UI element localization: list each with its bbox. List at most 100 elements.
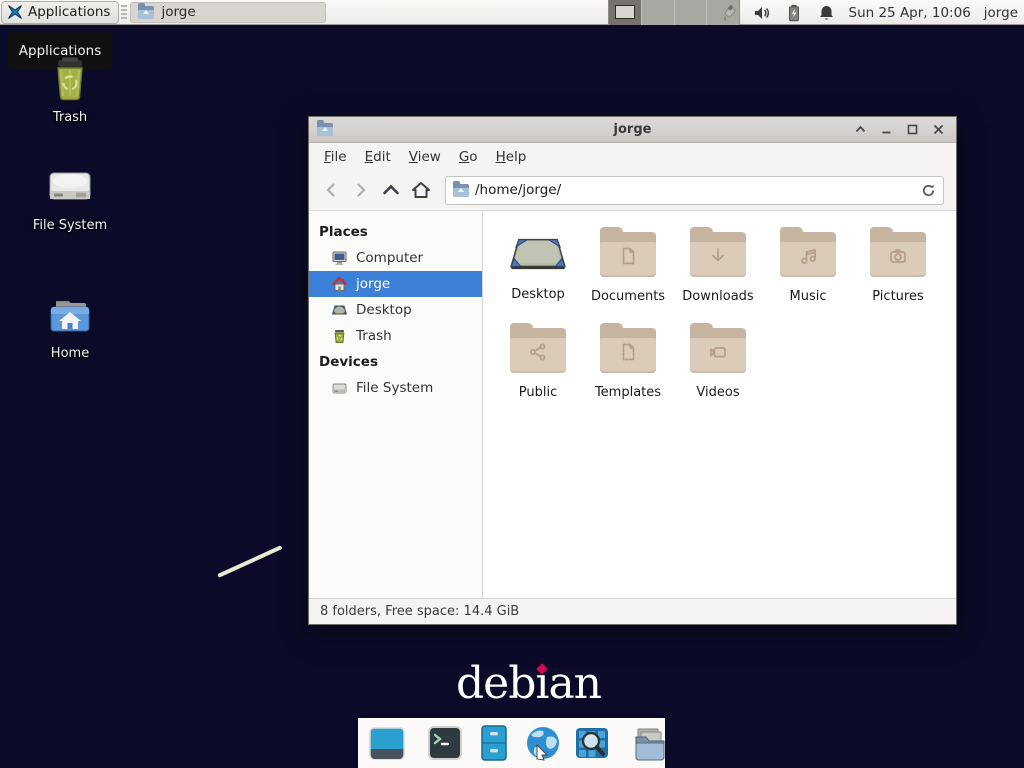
dock-panel [358, 718, 665, 768]
sidebar-item-label: Computer [356, 250, 423, 266]
pointer-line-artifact [217, 545, 282, 578]
menu-go[interactable]: Go [450, 145, 487, 169]
system-tray: Sun 25 Apr, 10:06 jorge [721, 0, 1019, 25]
user-actions-button[interactable]: jorge [984, 5, 1018, 21]
statusbar: 8 folders, Free space: 14.4 GiB [309, 598, 956, 624]
file-item-public[interactable]: Public [493, 319, 583, 415]
menu-edit[interactable]: Edit [356, 145, 400, 169]
desktop-icon-file-system[interactable]: File System [15, 167, 125, 233]
workspace-1[interactable] [609, 0, 641, 25]
folder-videos-icon [690, 328, 746, 373]
forward-button[interactable] [347, 176, 375, 204]
workspace-2[interactable] [641, 0, 674, 25]
notifications-bell-icon[interactable] [817, 3, 836, 22]
sidebar-item-computer[interactable]: Computer [309, 245, 482, 271]
folder-templates-icon [600, 328, 656, 373]
workspace-window-miniature [615, 5, 635, 19]
taskbar-window-label: jorge [161, 4, 195, 20]
folder-publicshare-icon [510, 328, 566, 373]
window-controls [854, 123, 956, 136]
computer-icon [331, 250, 348, 267]
maximize-button[interactable] [906, 123, 919, 136]
sidebar: Places Computer [309, 211, 483, 598]
sidebar-item-file-system[interactable]: File System [309, 375, 482, 401]
taskbar-window-button[interactable]: jorge [130, 2, 326, 23]
user-home-icon [331, 276, 348, 293]
minimize-button[interactable] [880, 123, 893, 136]
file-label: Documents [591, 289, 665, 304]
folder-icon [453, 184, 469, 197]
sidebar-item-trash[interactable]: Trash [309, 323, 482, 349]
close-button[interactable] [932, 123, 945, 136]
sidebar-item-label: jorge [356, 276, 390, 292]
xfce-applications-icon [7, 4, 23, 20]
sidebar-header-places: Places [309, 219, 482, 245]
file-item-music[interactable]: Music [763, 223, 853, 319]
desktop-icon-home[interactable]: Home [15, 295, 125, 361]
battery-icon[interactable] [785, 3, 804, 22]
file-label: Videos [696, 385, 739, 400]
location-input[interactable] [475, 182, 915, 198]
network-cable-icon[interactable] [721, 3, 740, 22]
reload-button[interactable] [921, 183, 936, 198]
sidebar-item-label: Trash [356, 328, 392, 344]
home-button[interactable] [407, 176, 435, 204]
terminal-icon[interactable] [425, 723, 465, 763]
drive-harddisk-icon [46, 167, 94, 211]
desktop: Applications jorge [0, 0, 1024, 768]
titlebar[interactable]: jorge [309, 117, 956, 143]
file-item-videos[interactable]: Videos [673, 319, 763, 415]
sidebar-item-jorge[interactable]: jorge [309, 271, 482, 297]
web-browser-icon[interactable] [523, 723, 563, 763]
file-item-templates[interactable]: Templates [583, 319, 673, 415]
file-item-pictures[interactable]: Pictures [853, 223, 943, 319]
up-button[interactable] [377, 176, 405, 204]
directory-menu-icon[interactable] [630, 723, 670, 763]
trash-icon [331, 328, 348, 345]
sidebar-item-desktop[interactable]: Desktop [309, 297, 482, 323]
file-label: Downloads [682, 289, 753, 304]
desktop-icon-trash[interactable]: Trash [15, 55, 125, 125]
menubar: File Edit View Go Help [309, 143, 956, 170]
sidebar-header-devices: Devices [309, 349, 482, 375]
menu-file[interactable]: File [315, 145, 356, 169]
sidebar-item-label: Desktop [356, 302, 412, 318]
folder-music-icon [780, 232, 836, 277]
top-panel: Applications jorge [0, 0, 1024, 25]
desktop-icon-label: Trash [53, 110, 87, 125]
file-view[interactable]: Desktop Documents Downloads [483, 211, 956, 598]
file-manager-icon[interactable] [474, 723, 514, 763]
tasklist-grip[interactable] [121, 5, 127, 20]
folder-download-icon [690, 232, 746, 277]
file-item-documents[interactable]: Documents [583, 223, 673, 319]
file-item-desktop[interactable]: Desktop [493, 223, 583, 319]
desktop-icon-label: Home [51, 346, 89, 361]
file-label: Music [790, 289, 827, 304]
desktop-icon-label: File System [33, 218, 107, 233]
home-folder-icon [46, 295, 94, 339]
applications-menu-button[interactable]: Applications [1, 1, 119, 24]
file-manager-window: jorge File Edit View Go Help [308, 116, 957, 625]
show-desktop-icon[interactable] [367, 723, 407, 763]
file-label: Pictures [872, 289, 923, 304]
file-item-downloads[interactable]: Downloads [673, 223, 763, 319]
desktop-icon [507, 223, 569, 285]
folder-pictures-icon [870, 232, 926, 277]
file-label: Desktop [511, 287, 565, 302]
status-text: 8 folders, Free space: 14.4 GiB [320, 604, 519, 619]
toolbar [309, 170, 956, 211]
back-button[interactable] [317, 176, 345, 204]
workspace-3[interactable] [674, 0, 707, 25]
clock[interactable]: Sun 25 Apr, 10:06 [849, 5, 971, 21]
menu-help[interactable]: Help [487, 145, 536, 169]
application-finder-icon[interactable] [572, 723, 612, 763]
window-body: Places Computer [309, 211, 956, 598]
file-label: Public [519, 385, 557, 400]
menu-view[interactable]: View [400, 145, 450, 169]
shade-button[interactable] [854, 123, 867, 136]
sidebar-item-label: File System [356, 380, 433, 396]
location-bar[interactable] [445, 176, 944, 205]
volume-icon[interactable] [753, 3, 772, 22]
folder-icon [138, 6, 154, 19]
desktop-icon [331, 302, 348, 319]
